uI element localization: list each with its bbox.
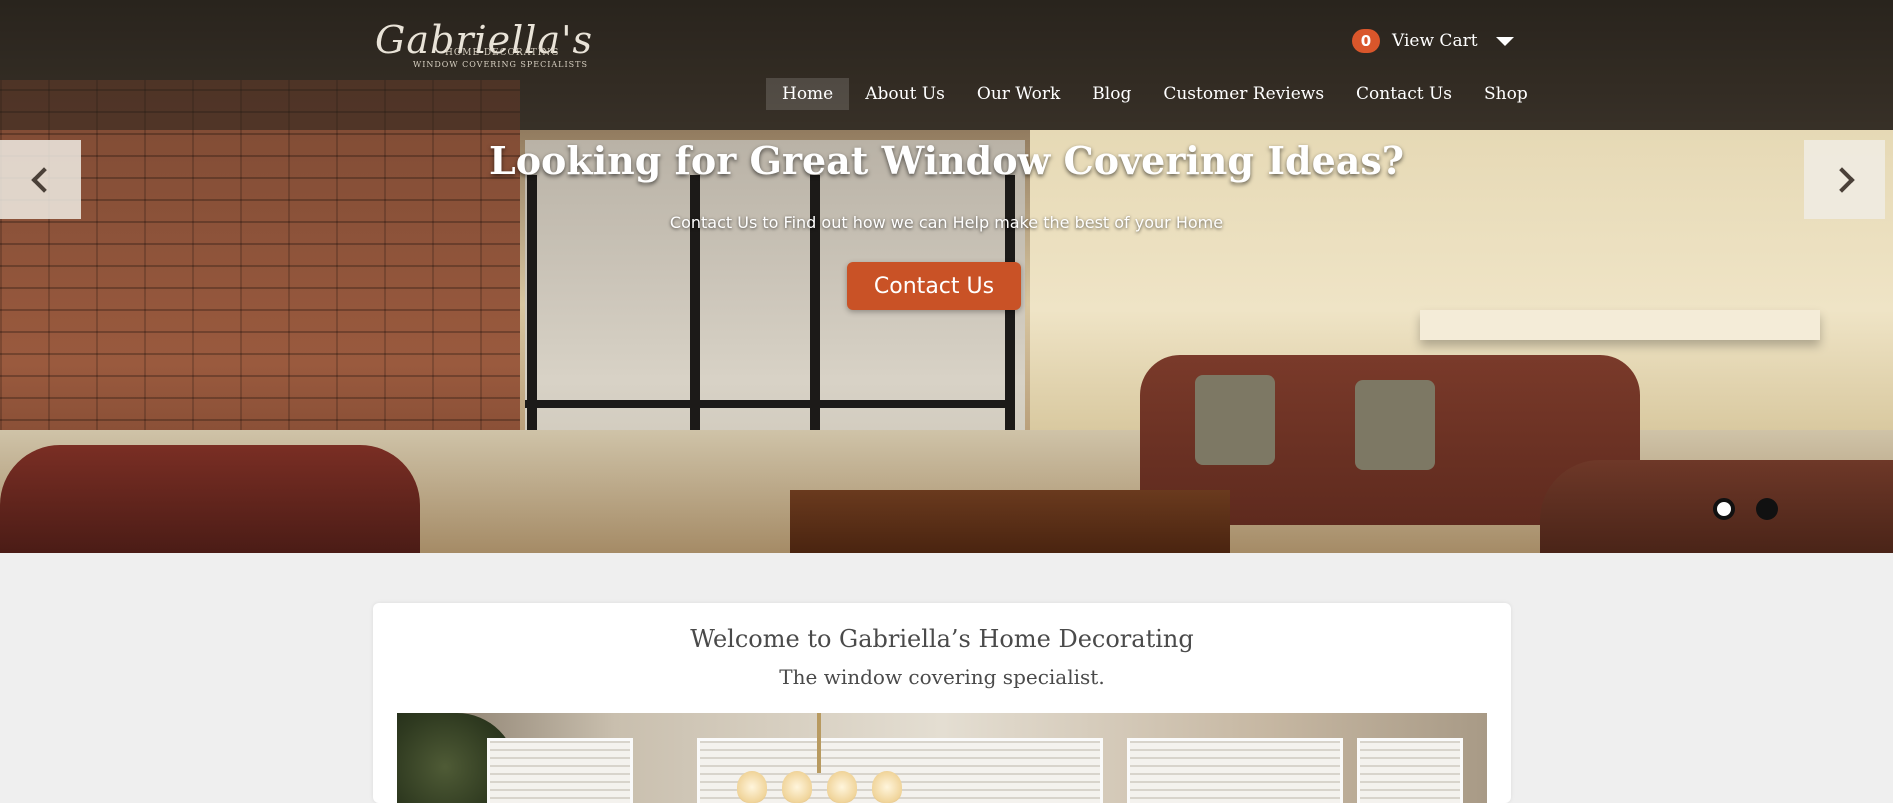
welcome-card: Welcome to Gabriella’s Home Decorating T… bbox=[373, 603, 1511, 803]
welcome-subtitle: The window covering specialist. bbox=[779, 665, 1105, 689]
cart-label: View Cart bbox=[1392, 31, 1478, 51]
caret-down-icon bbox=[1495, 36, 1514, 46]
photo-shutter bbox=[487, 738, 633, 803]
nav-item-shop[interactable]: Shop bbox=[1468, 78, 1544, 110]
nav-item-blog[interactable]: Blog bbox=[1076, 78, 1147, 110]
photo-chandelier-bulb bbox=[872, 771, 902, 803]
hero-image-coffee-table bbox=[790, 490, 1230, 553]
photo-chandelier bbox=[817, 713, 821, 773]
hero-image-mullion bbox=[525, 400, 1015, 408]
header-bar bbox=[0, 0, 1893, 130]
nav-item-about-us[interactable]: About Us bbox=[849, 78, 961, 110]
main-nav: Home About Us Our Work Blog Customer Rev… bbox=[766, 78, 1544, 110]
photo-chandelier-bulb bbox=[737, 771, 767, 803]
welcome-photo bbox=[397, 713, 1487, 803]
nav-item-home[interactable]: Home bbox=[766, 78, 850, 110]
slider-next-button[interactable] bbox=[1804, 140, 1885, 219]
photo-chandelier-bulb bbox=[827, 771, 857, 803]
welcome-title: Welcome to Gabriella’s Home Decorating bbox=[690, 625, 1194, 653]
hero-image-counter bbox=[1420, 310, 1820, 340]
logo-subtitle: HOME DECORATING bbox=[445, 48, 560, 58]
photo-shutter bbox=[1357, 738, 1463, 803]
photo-chandelier-bulb bbox=[782, 771, 812, 803]
slider-dot-1[interactable] bbox=[1713, 498, 1735, 520]
nav-item-our-work[interactable]: Our Work bbox=[961, 78, 1076, 110]
nav-item-customer-reviews[interactable]: Customer Reviews bbox=[1147, 78, 1340, 110]
hero-slider: Gabriella's HOME DECORATING WINDOW COVER… bbox=[0, 0, 1893, 553]
hero-title: Looking for Great Window Covering Ideas? bbox=[488, 138, 1405, 183]
hero-image-cushion bbox=[1195, 375, 1275, 465]
cart-count-badge: 0 bbox=[1352, 29, 1380, 53]
hero-subtitle: Contact Us to Find out how we can Help m… bbox=[669, 213, 1224, 232]
hero-contact-button[interactable]: Contact Us bbox=[847, 262, 1021, 310]
hero-image-armchair bbox=[0, 445, 420, 553]
view-cart-button[interactable]: 0 View Cart bbox=[1352, 28, 1514, 54]
nav-item-contact-us[interactable]: Contact Us bbox=[1340, 78, 1468, 110]
chevron-left-icon bbox=[30, 166, 57, 193]
chevron-right-icon bbox=[1828, 166, 1855, 193]
slider-prev-button[interactable] bbox=[0, 140, 81, 219]
site-logo[interactable]: Gabriella's HOME DECORATING WINDOW COVER… bbox=[375, 20, 625, 70]
slider-dot-2[interactable] bbox=[1756, 498, 1778, 520]
photo-shutter bbox=[1127, 738, 1343, 803]
logo-subtitle: WINDOW COVERING SPECIALISTS bbox=[413, 60, 588, 69]
hero-image-cushion bbox=[1355, 380, 1435, 470]
